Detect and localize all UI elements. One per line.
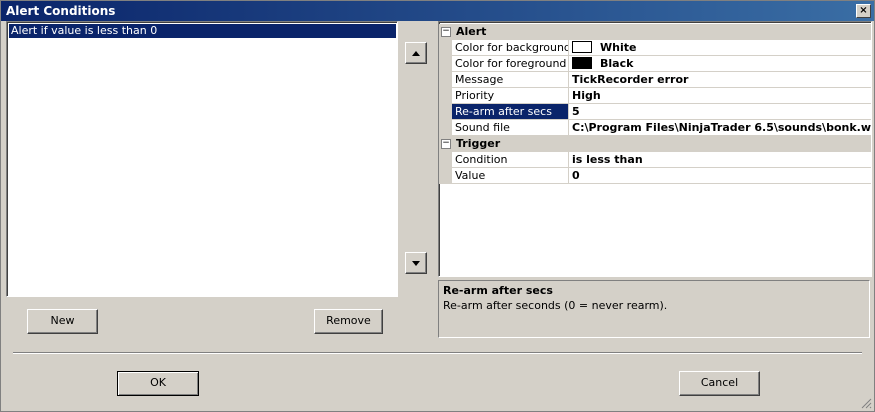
prop-name: Message: [452, 72, 569, 88]
prop-value[interactable]: White: [569, 40, 871, 56]
move-down-button[interactable]: [405, 252, 427, 274]
help-title: Re-arm after secs: [443, 284, 553, 297]
prop-name: Priority: [452, 88, 569, 104]
prop-row-sound-file[interactable]: Sound file C:\Program Files\NinjaTrader …: [439, 120, 871, 136]
prop-row-priority[interactable]: Priority High: [439, 88, 871, 104]
color-swatch-icon: [572, 41, 592, 53]
prop-name: Condition: [452, 152, 569, 168]
prop-row-condition[interactable]: Condition is less than: [439, 152, 871, 168]
resize-grip-icon[interactable]: [860, 397, 872, 409]
category-alert[interactable]: − Alert: [439, 24, 871, 40]
prop-name: Sound file: [452, 120, 569, 136]
prop-value[interactable]: C:\Program Files\NinjaTrader 6.5\sounds\…: [569, 120, 871, 136]
prop-name: Color for foreground: [452, 56, 569, 72]
arrow-down-icon: [412, 260, 420, 266]
property-grid[interactable]: − Alert Color for background White Color…: [438, 21, 872, 277]
category-trigger[interactable]: − Trigger: [439, 136, 871, 152]
cancel-button[interactable]: Cancel: [679, 371, 760, 396]
ok-button[interactable]: OK: [117, 371, 199, 396]
prop-value-text: Black: [600, 57, 634, 70]
prop-name: Value: [452, 168, 569, 184]
prop-row-background-color[interactable]: Color for background White: [439, 40, 871, 56]
color-swatch-icon: [572, 57, 592, 69]
prop-value[interactable]: TickRecorder error: [569, 72, 871, 88]
alert-conditions-dialog: Alert Conditions × Alert if value is les…: [0, 0, 875, 412]
prop-name: Color for background: [452, 40, 569, 56]
new-button[interactable]: New: [27, 309, 98, 334]
prop-value[interactable]: High: [569, 88, 871, 104]
prop-row-value[interactable]: Value 0: [439, 168, 871, 184]
collapse-icon[interactable]: −: [441, 139, 451, 149]
close-button[interactable]: ×: [856, 4, 871, 18]
prop-name: Re-arm after secs: [452, 104, 569, 120]
prop-value[interactable]: 0: [569, 168, 871, 184]
category-label: Alert: [456, 25, 487, 38]
collapse-icon[interactable]: −: [441, 27, 451, 37]
prop-value[interactable]: 5: [569, 104, 871, 120]
move-up-button[interactable]: [405, 42, 427, 64]
remove-button[interactable]: Remove: [314, 309, 383, 334]
category-label: Trigger: [456, 137, 501, 150]
prop-row-message[interactable]: Message TickRecorder error: [439, 72, 871, 88]
prop-row-rearm[interactable]: Re-arm after secs 5: [439, 104, 871, 120]
prop-value-text: White: [600, 41, 637, 54]
title-bar: Alert Conditions ×: [1, 1, 874, 21]
list-item[interactable]: Alert if value is less than 0: [9, 24, 396, 38]
help-description: Re-arm after seconds (0 = never rearm).: [443, 299, 668, 312]
prop-value[interactable]: Black: [569, 56, 871, 72]
window-title: Alert Conditions: [6, 4, 116, 18]
prop-value[interactable]: is less than: [569, 152, 871, 168]
help-panel: Re-arm after secs Re-arm after seconds (…: [438, 280, 870, 338]
separator: [13, 352, 862, 354]
conditions-list[interactable]: Alert if value is less than 0: [6, 21, 398, 297]
arrow-up-icon: [412, 50, 420, 56]
prop-row-foreground-color[interactable]: Color for foreground Black: [439, 56, 871, 72]
